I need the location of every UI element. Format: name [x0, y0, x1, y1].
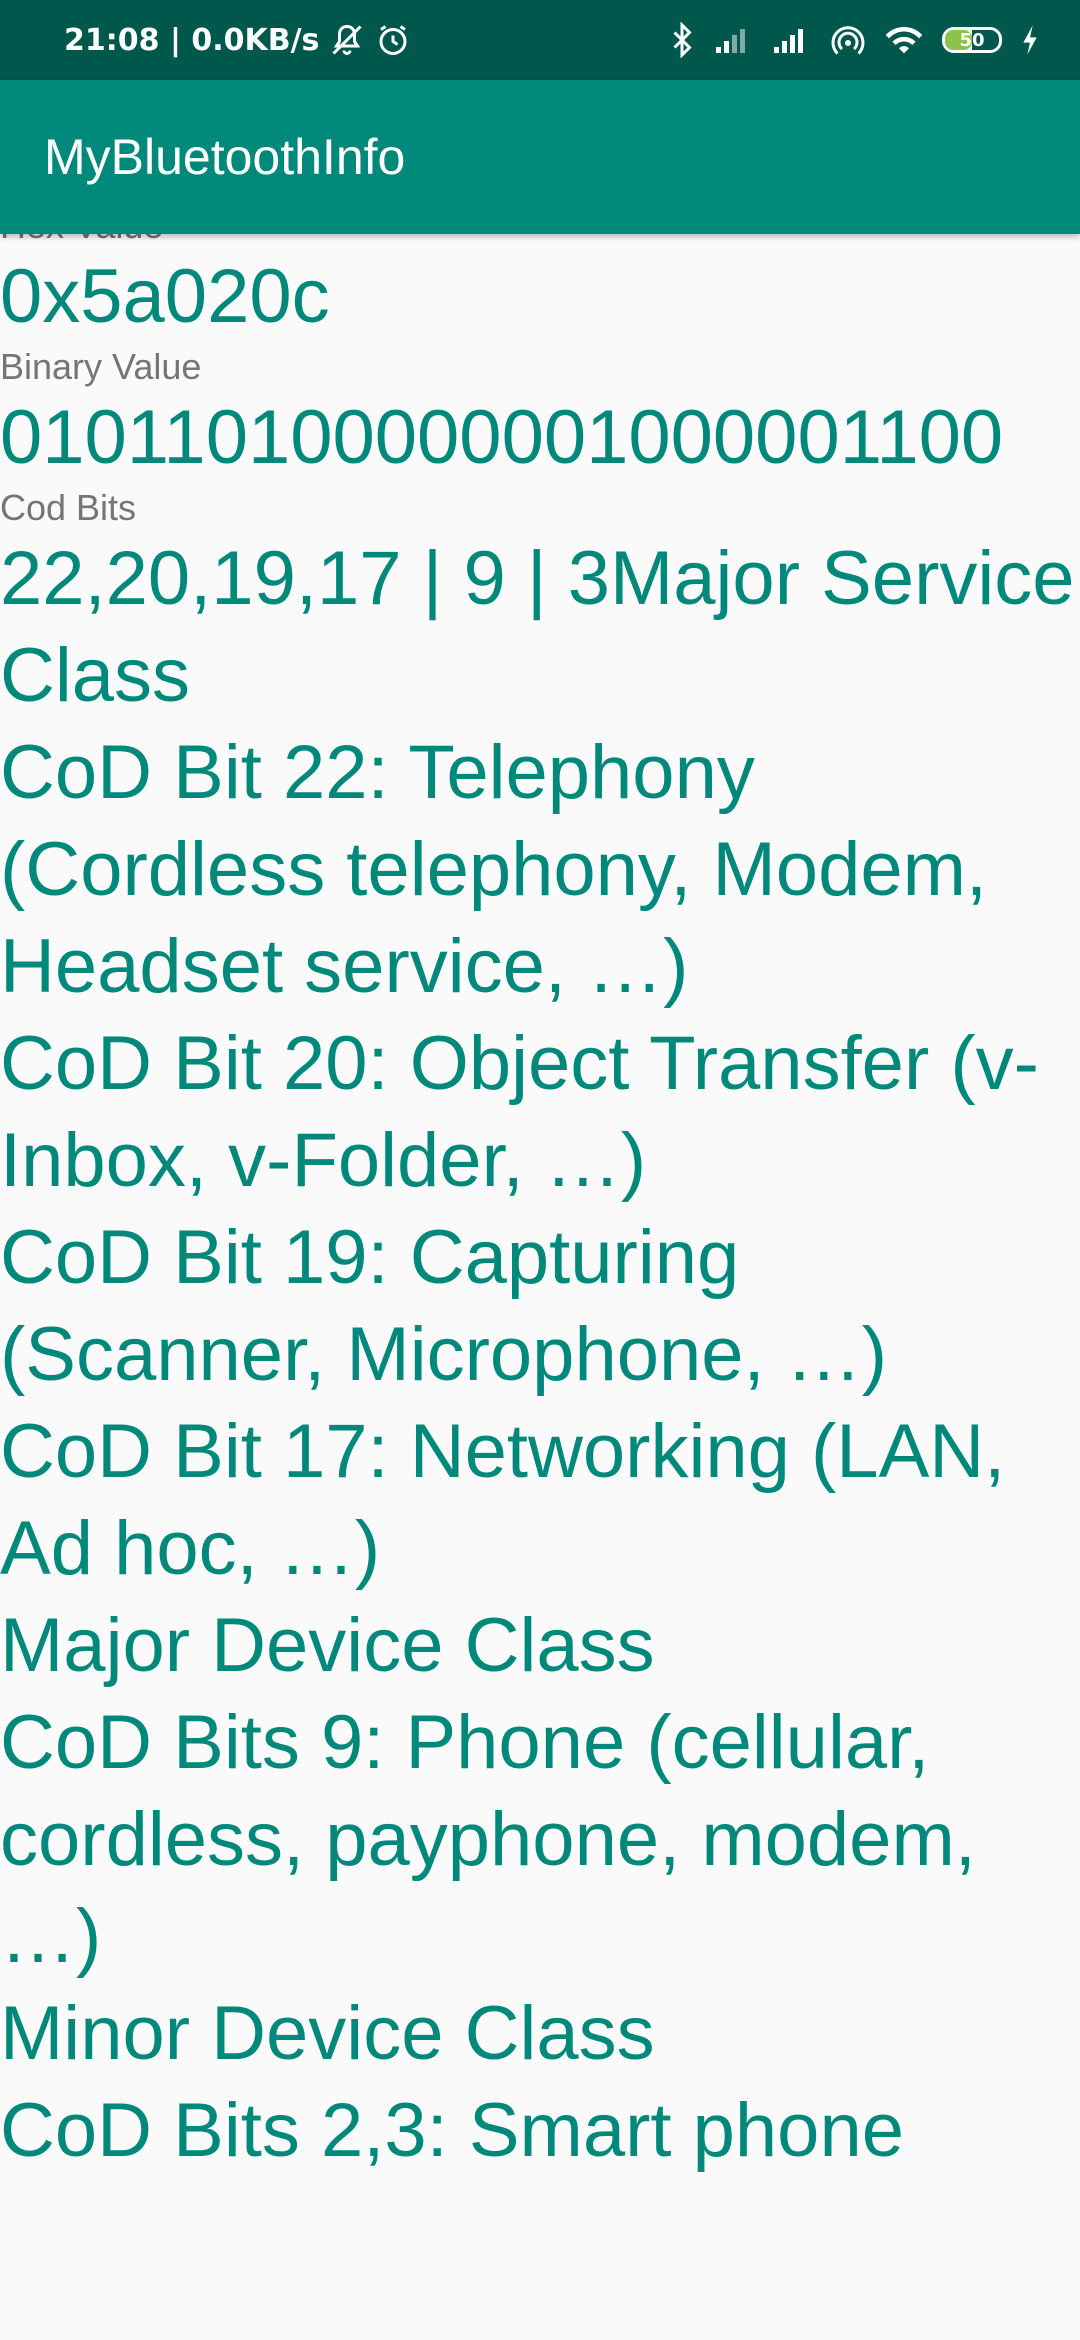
battery-level: 50 — [959, 29, 985, 51]
wifi-icon — [884, 23, 924, 57]
cod-bits-label: Cod Bits — [0, 487, 137, 528]
app-bar: MyBluetoothInfo — [0, 80, 1080, 234]
hex-value-label: Hex Value — [0, 234, 1080, 248]
signal-2-icon — [772, 25, 812, 55]
cod-line: CoD Bit 19: Capturing (Scanner, Micropho… — [0, 1215, 888, 1397]
status-right: 50 — [668, 22, 1040, 58]
minor-device-class-heading: Minor Device Class — [0, 1991, 655, 2076]
hotspot-icon — [830, 22, 866, 58]
battery-icon: 50 — [942, 27, 1002, 53]
content-inner: Hex Value 0x5a020c Binary Value 01011010… — [0, 234, 1080, 2179]
cod-line: CoD Bit 17: Networking (LAN, Ad hoc, …) — [0, 1409, 1006, 1591]
status-bar: 21:08 | 0.0KB/s 50 — [0, 0, 1080, 80]
binary-value-label: Binary Value — [0, 346, 202, 387]
content-scroll-area[interactable]: Hex Value 0x5a020c Binary Value 01011010… — [0, 234, 1080, 2340]
status-time-speed: 21:08 | 0.0KB/s — [64, 22, 320, 58]
cod-line: CoD Bit 20: Object Transfer (v-Inbox, v-… — [0, 1021, 1039, 1203]
signal-1-icon — [714, 25, 754, 55]
cod-line: CoD Bits 9: Phone (cellular, cordless, p… — [0, 1700, 976, 1979]
cod-line: CoD Bits 2,3: Smart phone — [0, 2088, 904, 2173]
mute-bell-icon — [329, 22, 365, 58]
cod-bits-value: 22,20,19,17 | 9 | 3Major Service Class — [0, 536, 1075, 718]
alarm-icon — [375, 22, 411, 58]
charging-icon — [1020, 24, 1040, 56]
major-device-class-heading: Major Device Class — [0, 1603, 655, 1688]
bluetooth-icon — [668, 22, 696, 58]
hex-value: 0x5a020c — [0, 254, 330, 339]
app-title: MyBluetoothInfo — [44, 129, 406, 185]
binary-value: 010110100000001000001100 — [0, 395, 1004, 480]
status-left: 21:08 | 0.0KB/s — [64, 22, 411, 58]
cod-line: CoD Bit 22: Telephony (Cordless telephon… — [0, 730, 988, 1009]
